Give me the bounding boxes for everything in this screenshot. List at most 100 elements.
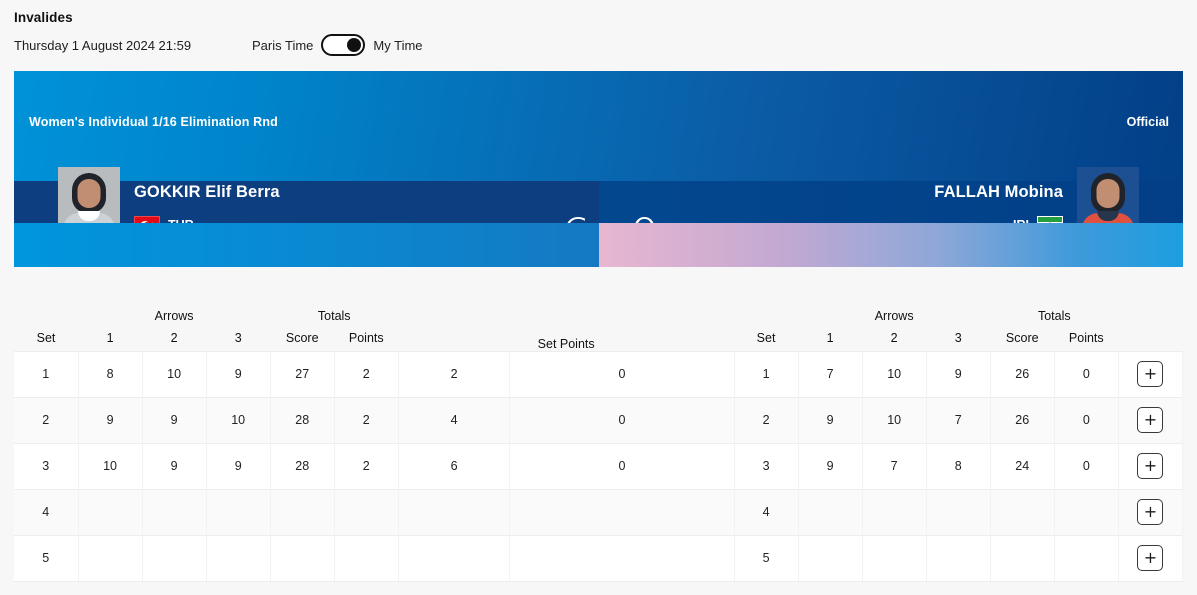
arrow-3-right: 8 xyxy=(926,442,991,489)
arrow-2-left xyxy=(142,534,207,582)
band-right-segment xyxy=(599,223,1183,267)
datetime-row: Thursday 1 August 2024 21:59 Paris Time … xyxy=(14,34,1197,56)
col-header-arrow2-left: 2 xyxy=(142,323,207,351)
set-number-right: 4 xyxy=(734,488,799,535)
col-header-arrow1-left: 1 xyxy=(78,323,143,351)
arrow-1-right xyxy=(798,534,863,582)
total-points-left: 2 xyxy=(334,396,399,443)
col-group-arrows-left: Arrows xyxy=(78,297,271,323)
set-points-left: 2 xyxy=(398,350,511,397)
col-group-blank-left xyxy=(14,297,79,323)
time-zone-switch[interactable] xyxy=(321,34,366,56)
col-header-arrow3-left: 3 xyxy=(206,323,271,351)
col-header-set-points: Set Points xyxy=(398,297,735,351)
arrow-2-left: 10 xyxy=(142,350,207,397)
table-row: 2 9 9 10 28 2 4 0 2 9 10 7 26 0 + xyxy=(14,396,1184,443)
table-row: 1 8 10 9 27 2 2 0 1 7 10 9 26 0 + xyxy=(14,350,1184,397)
expand-set-cell: + xyxy=(1118,396,1184,443)
total-points-left: 2 xyxy=(334,442,399,489)
group-header-row: Arrows Totals Set Points Arrows Totals xyxy=(14,297,1183,351)
expand-set-cell: + xyxy=(1118,488,1184,535)
arrow-3-left: 9 xyxy=(206,350,271,397)
col-header-arrow1-right: 1 xyxy=(798,323,863,351)
set-points-left: 4 xyxy=(398,396,511,443)
sets-table-head: Arrows Totals Set Points Arrows Totals S… xyxy=(14,297,1183,351)
total-score-right: 24 xyxy=(990,442,1055,489)
arrow-1-left xyxy=(78,534,143,582)
arrow-1-left: 9 xyxy=(78,396,143,443)
total-points-left xyxy=(334,488,399,535)
expand-set-button[interactable]: + xyxy=(1137,407,1164,433)
arrow-2-right xyxy=(862,534,927,582)
set-number-right: 1 xyxy=(734,350,799,397)
col-header-score-left: Score xyxy=(270,323,335,351)
arrow-3-left xyxy=(206,488,271,535)
expand-set-cell: + xyxy=(1118,350,1184,397)
arrow-3-left xyxy=(206,534,271,582)
total-points-right: 0 xyxy=(1054,350,1119,397)
arrow-2-left: 9 xyxy=(142,396,207,443)
table-row: 3 10 9 9 28 2 6 0 3 9 7 8 24 0 + xyxy=(14,442,1184,489)
page-header: Invalides Thursday 1 August 2024 21:59 P… xyxy=(0,0,1197,66)
col-group-totals-left: Totals xyxy=(270,297,399,323)
arrow-2-right xyxy=(862,488,927,535)
arrow-2-left: 9 xyxy=(142,442,207,489)
total-score-right: 26 xyxy=(990,396,1055,443)
arrow-2-left xyxy=(142,488,207,535)
arrow-3-right: 9 xyxy=(926,350,991,397)
set-number-left: 2 xyxy=(14,396,79,443)
total-score-right xyxy=(990,488,1055,535)
session-datetime: Thursday 1 August 2024 21:59 xyxy=(14,37,192,53)
total-score-left xyxy=(270,534,335,582)
total-score-right: 26 xyxy=(990,350,1055,397)
result-status-label: Official xyxy=(1126,115,1169,129)
paris-time-label[interactable]: Paris Time xyxy=(252,38,313,53)
set-points-right xyxy=(509,488,735,535)
expand-set-cell: + xyxy=(1118,534,1184,582)
set-number-left: 3 xyxy=(14,442,79,489)
total-score-left: 28 xyxy=(270,442,335,489)
total-score-left: 28 xyxy=(270,396,335,443)
expand-set-button[interactable]: + xyxy=(1137,453,1164,479)
set-points-right: 0 xyxy=(509,442,735,489)
set-number-left: 4 xyxy=(14,488,79,535)
total-points-right xyxy=(1054,488,1119,535)
arrow-1-left xyxy=(78,488,143,535)
band-left-segment xyxy=(14,223,599,267)
arrow-2-right: 10 xyxy=(862,396,927,443)
photo-face xyxy=(1096,179,1120,208)
venue-name: Invalides xyxy=(14,10,73,25)
athlete-right-name: FALLAH Mobina xyxy=(934,183,1063,201)
col-group-totals-right: Totals xyxy=(990,297,1119,323)
arrow-1-left: 10 xyxy=(78,442,143,489)
event-round-label: Women's Individual 1/16 Elimination Rnd xyxy=(29,115,278,129)
arrow-1-right xyxy=(798,488,863,535)
expand-set-button[interactable]: + xyxy=(1137,361,1164,387)
col-group-arrows-right: Arrows xyxy=(798,297,991,323)
time-zone-toggle-group[interactable]: Paris Time My Time xyxy=(252,34,423,56)
total-points-left xyxy=(334,534,399,582)
set-number-right: 2 xyxy=(734,396,799,443)
col-header-set-right: Set xyxy=(734,323,799,351)
arrow-1-right: 9 xyxy=(798,442,863,489)
set-scorecard: Arrows Totals Set Points Arrows Totals S… xyxy=(14,297,1184,582)
total-points-right: 0 xyxy=(1054,396,1119,443)
sets-table-body: 1 8 10 9 27 2 2 0 1 7 10 9 26 0 +2 9 9 10 28 2 4 0 2 9 10 7 26 0 +3 1… xyxy=(14,350,1184,582)
match-banner: Women's Individual 1/16 Elimination Rnd … xyxy=(14,71,1183,267)
table-row: 4 4 + xyxy=(14,488,1184,535)
set-points-right xyxy=(509,534,735,582)
set-number-left: 5 xyxy=(14,534,79,582)
expand-set-button[interactable]: + xyxy=(1137,545,1164,571)
set-points-right: 0 xyxy=(509,350,735,397)
expand-set-button[interactable]: + xyxy=(1137,499,1164,525)
my-time-label[interactable]: My Time xyxy=(373,38,422,53)
total-points-left: 2 xyxy=(334,350,399,397)
arrow-2-right: 7 xyxy=(862,442,927,489)
arrow-1-right: 9 xyxy=(798,396,863,443)
set-points-left xyxy=(398,534,511,582)
athlete-left-name: GOKKIR Elif Berra xyxy=(134,183,280,201)
arrow-3-right xyxy=(926,488,991,535)
col-header-points-right: Points xyxy=(1054,323,1119,351)
col-header-set-left: Set xyxy=(14,323,79,351)
table-row: 5 5 + xyxy=(14,534,1184,582)
